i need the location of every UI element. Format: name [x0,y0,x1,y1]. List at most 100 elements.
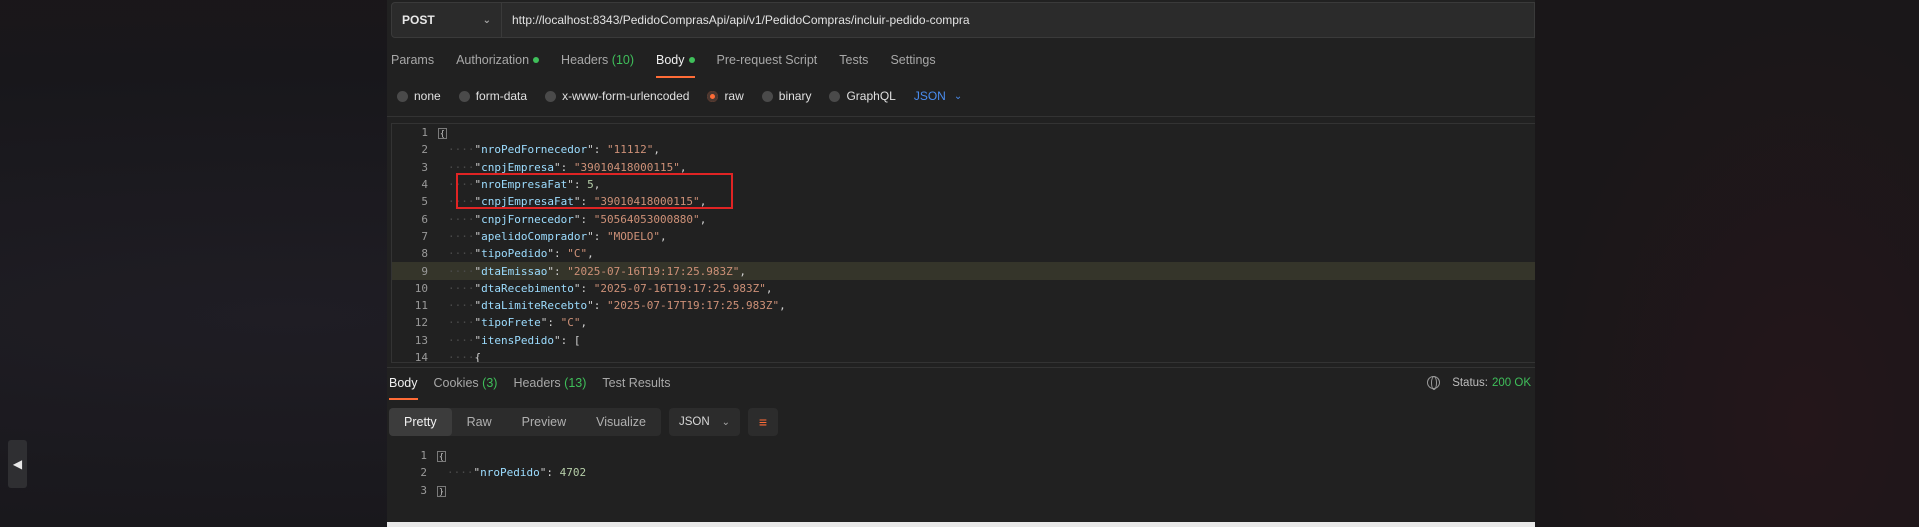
line-number: 1 [420,449,427,463]
tab-settings[interactable]: Settings [890,46,935,78]
line-number: 12 [414,316,428,330]
radio-selected-icon [707,90,719,102]
url-text: http://localhost:8343/PedidoComprasApi/a… [512,13,970,27]
json-key: tipoPedido [481,247,548,261]
globe-icon[interactable] [1427,376,1441,390]
code-line: 2 ····"nroPedFornecedor": "11112", [392,141,1535,158]
collapse-panel-button[interactable]: ◀ [8,440,27,488]
radio-graphql[interactable]: GraphQL [829,89,896,103]
json-key: apelidoComprador [481,229,588,243]
tab-body[interactable]: Body [656,46,695,78]
fold-brace-icon: { [437,451,446,463]
tab-test-results[interactable]: Test Results [602,372,670,400]
radio-graphql-label: GraphQL [846,89,896,103]
line-number: 13 [414,333,428,347]
radio-circle-icon [458,90,470,102]
status-badge[interactable]: 200 OK [1492,377,1531,389]
radio-form-data-label: form-data [475,89,528,103]
radio-form-data[interactable]: form-data [458,89,528,103]
code-line: 1{ [391,447,1531,464]
line-number: 2 [420,466,427,480]
json-key: nroPedido [480,466,540,480]
tab-tests[interactable]: Tests [839,46,868,78]
status-dot-icon [688,57,695,63]
response-view-segment: Pretty Raw Preview Visualize [389,408,661,436]
body-format-select[interactable]: JSON ⌄ [914,89,962,103]
view-raw-button[interactable]: Raw [452,408,507,436]
radio-circle-icon [829,90,841,102]
json-value: "2025-07-16T19:17:25.983Z" [593,281,766,295]
code-line: 8 ····"tipoPedido": "C", [392,245,1535,262]
wrap-lines-button[interactable]: ≡ [748,408,779,436]
radio-urlencoded[interactable]: x-www-form-urlencoded [545,89,689,103]
tab-response-body[interactable]: Body [389,372,418,400]
line-number: 14 [414,351,428,363]
json-key: itensPedido [481,333,554,347]
code-line: 13 ····"itensPedido": [ [392,332,1535,349]
tab-cookies[interactable]: Cookies (3) [434,372,498,400]
json-key: cnpjEmpresa [481,160,554,174]
view-preview-button[interactable]: Preview [507,408,581,436]
tab-pre-request-label: Pre-request Script [716,53,818,67]
radio-circle-icon [545,90,557,102]
code-line: 7 ····"apelidoComprador": "MODELO", [392,228,1535,245]
postman-app: POST ⌄ http://localhost:8343/PedidoCompr… [387,0,1535,527]
tab-pre-request-script[interactable]: Pre-request Script [717,46,818,78]
url-input[interactable]: http://localhost:8343/PedidoComprasApi/a… [502,3,1534,37]
response-format-label: JSON [678,416,710,428]
radio-binary[interactable]: binary [761,89,812,103]
request-tabs: Params Authorization Headers (10) Body P… [391,46,958,78]
radio-none-label: none [414,89,441,103]
view-visualize-button[interactable]: Visualize [581,408,661,436]
divider [387,367,1535,368]
response-status: Status: 200 OK [1427,376,1531,390]
divider [387,116,1535,117]
json-brace: { [474,351,482,363]
json-value: "C" [567,247,588,261]
code-line: 2 ····"nroPedido": 4702 [391,464,1531,481]
json-value: "39010418000115" [573,160,680,174]
code-line: 10 ····"dtaRecebimento": "2025-07-16T19:1… [392,280,1535,297]
json-value: "C" [560,316,581,330]
response-tabs: Body Cookies (3) Headers (13) Test Resul… [389,372,687,400]
tab-cookies-label: Cookies [433,376,479,390]
code-line-highlighted: 9 ····"dtaEmissao": "2025-07-16T19:17:25.… [392,262,1535,280]
tab-authorization-label: Authorization [456,53,530,67]
tab-params[interactable]: Params [391,46,434,78]
code-line: 3} [391,482,1531,499]
response-headers-count: (13) [564,376,587,390]
radio-binary-label: binary [778,89,812,103]
radio-circle-icon [761,90,773,102]
line-number: 1 [421,126,428,140]
fold-brace-icon: } [437,485,446,497]
line-number: 3 [420,483,427,497]
tab-response-headers[interactable]: Headers (13) [513,372,586,400]
body-type-selector: none form-data x-www-form-urlencoded raw… [397,86,962,106]
cookies-count: (3) [482,376,498,390]
method-select[interactable]: POST ⌄ [392,3,502,37]
tab-headers[interactable]: Headers (10) [561,46,634,78]
response-body-viewer[interactable]: 1{ 2 ····"nroPedido": 4702 3} [391,447,1531,507]
line-number: 3 [421,160,428,174]
json-value: "2025-07-17T19:17:25.983Z" [606,299,780,313]
radio-raw[interactable]: raw [707,89,744,103]
radio-none[interactable]: none [397,89,441,103]
tab-body-label: Body [656,53,685,67]
json-value: "2025-07-16T19:17:25.983Z" [567,264,740,278]
tab-authorization[interactable]: Authorization [456,46,540,78]
chevron-down-icon: ⌄ [482,14,491,26]
json-key: dtaRecebimento [481,281,574,295]
code-line: 6 ····"cnpjFornecedor": "50564053000880", [392,210,1535,227]
radio-urlencoded-label: x-www-form-urlencoded [562,89,690,103]
caret-left-icon: ◀ [12,457,23,471]
line-number: 4 [421,178,428,192]
view-pretty-button[interactable]: Pretty [389,408,452,436]
line-number: 10 [414,281,428,295]
json-value: "MODELO" [606,229,660,243]
request-body-editor[interactable]: 1{ 2 ····"nroPedFornecedor": "11112", 3 ··… [391,123,1535,363]
wrap-lines-icon: ≡ [758,414,768,430]
response-format-select[interactable]: JSON ⌄ [668,408,741,436]
code-line: 12 ····"tipoFrete": "C", [392,314,1535,331]
json-key: cnpjFornecedor [481,212,574,226]
headers-count: (10) [611,53,635,67]
